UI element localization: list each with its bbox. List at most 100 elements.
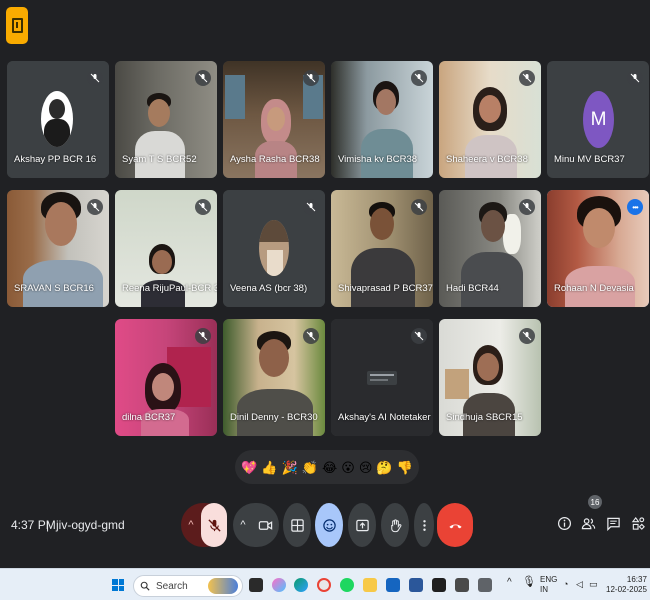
app-icon[interactable] (386, 578, 400, 592)
mic-off-icon (195, 328, 211, 344)
emoji-reactions-button[interactable] (315, 503, 343, 547)
participant-name: Shivaprasad P BCR37 (338, 283, 433, 294)
leave-call-button[interactable] (437, 503, 473, 547)
microphone-icon[interactable]: 🎙 (522, 577, 536, 588)
more-vert-icon (422, 519, 426, 531)
chevron-up-icon[interactable]: ^ (507, 578, 512, 588)
layout-button[interactable] (283, 503, 311, 547)
system-clock[interactable]: 16:37 12-02-2025 (606, 575, 647, 595)
activities-icon (631, 516, 645, 530)
camera-icon (258, 520, 272, 530)
reaction-thumbs-up[interactable]: 👍 (261, 461, 277, 474)
participant-tile[interactable]: Akshay PP BCR 16 (7, 61, 109, 178)
participant-tile[interactable]: Vimisha kv BCR38 (331, 61, 433, 178)
battery-icon[interactable]: ▭ (589, 579, 598, 589)
mic-off-icon (519, 328, 535, 344)
taskbar: Search ^ 🎙 ENG IN ◔ ◁ ▭ 16:37 12-02-2025 (0, 568, 650, 600)
search-icon (140, 581, 150, 591)
avatar: M (583, 91, 614, 148)
hand-icon (390, 518, 401, 532)
reaction-laugh[interactable]: 😂 (322, 461, 337, 474)
mic-off-icon (195, 199, 211, 215)
avatar (41, 91, 73, 147)
spotify-icon[interactable] (340, 578, 354, 592)
camera-toggle-button[interactable] (252, 518, 278, 533)
participant-name: Shaheera v BCR38 (446, 154, 528, 165)
reaction-clap[interactable]: 👏 (302, 461, 318, 474)
meeting-code: jiv-ogyd-gmd (56, 518, 125, 532)
participant-tile[interactable]: Sindhuja SBCR15 (439, 319, 541, 436)
reaction-sad[interactable]: 😢 (359, 461, 373, 474)
mic-options-chevron-icon[interactable]: ^ (181, 503, 201, 547)
participant-name: Dinil Denny - BCR30 (230, 412, 318, 423)
people-icon (581, 517, 595, 529)
mic-off-icon (519, 199, 535, 215)
participant-tile[interactable]: Akshay's AI Notetaker (331, 319, 433, 436)
present-screen-button[interactable] (348, 503, 376, 547)
participant-name: Reena RijuPaul-BCR 38 (122, 283, 217, 294)
chat-icon (606, 517, 620, 531)
raise-hand-button[interactable] (381, 503, 409, 547)
participant-tile[interactable]: Dinil Denny - BCR30 (223, 319, 325, 436)
mic-off-icon (207, 518, 221, 532)
people-button[interactable] (579, 514, 597, 532)
chrome-icon[interactable] (317, 578, 331, 592)
participant-tile-active[interactable]: ••• Rohaan N Devasia (547, 190, 649, 307)
app-icon[interactable] (478, 578, 492, 592)
task-view-icon[interactable] (249, 578, 263, 592)
participant-tile[interactable]: Syam T S BCR52 (115, 61, 217, 178)
copilot-icon[interactable] (272, 578, 286, 592)
search-highlight-icon (208, 578, 238, 594)
participant-name: Hadi BCR44 (446, 283, 499, 294)
reaction-party[interactable]: 🎉 (281, 461, 297, 474)
chat-button[interactable] (604, 514, 622, 532)
search-placeholder: Search (156, 580, 188, 592)
wifi-icon[interactable]: ◔ (563, 579, 568, 589)
file-explorer-icon[interactable] (363, 578, 377, 592)
participant-name: Minu MV BCR37 (554, 154, 625, 165)
more-options-button[interactable] (414, 503, 434, 547)
mic-off-icon (303, 328, 319, 344)
more-options-icon[interactable]: ••• (627, 199, 643, 215)
participant-tile[interactable]: Shivaprasad P BCR37 (331, 190, 433, 307)
participant-tile[interactable]: Reena RijuPaul-BCR 38 (115, 190, 217, 307)
participant-tile[interactable]: Aysha Rasha BCR38 (223, 61, 325, 178)
reaction-thinking[interactable]: 🤔 (376, 461, 392, 474)
participant-tile[interactable]: SRAVAN S BCR16 (7, 190, 109, 307)
participant-count-badge: 16 (588, 495, 602, 509)
building-icon[interactable] (6, 7, 28, 44)
terminal-icon[interactable] (432, 578, 446, 592)
taskbar-search[interactable]: Search (133, 575, 243, 597)
mic-off-icon (303, 70, 319, 86)
meet-window: Akshay PP BCR 16 Syam T S BCR52 Aysha Ra… (0, 0, 650, 568)
present-icon (355, 519, 369, 531)
language-indicator[interactable]: ENG IN (540, 575, 557, 595)
reaction-surprised[interactable]: 😮 (341, 461, 355, 474)
reaction-thumbs-down[interactable]: 👎 (397, 461, 413, 474)
word-icon[interactable] (409, 578, 423, 592)
app-icon[interactable] (455, 578, 469, 592)
reactions-bar: 💖 👍 🎉 👏 😂 😮 😢 🤔 👎 (235, 450, 419, 484)
participant-tile[interactable]: dilna BCR37 (115, 319, 217, 436)
participant-tile[interactable]: M Minu MV BCR37 (547, 61, 649, 178)
camera-control-group: ^ (233, 503, 279, 547)
participant-tile[interactable]: Veena AS (bcr 38) (223, 190, 325, 307)
meeting-details-button[interactable] (555, 514, 573, 532)
participant-tile[interactable]: Shaheera v BCR38 (439, 61, 541, 178)
mic-toggle-button[interactable] (201, 503, 227, 547)
mic-off-icon (303, 199, 319, 215)
reaction-heart[interactable]: 💖 (241, 461, 257, 474)
participant-tile[interactable]: Hadi BCR44 (439, 190, 541, 307)
windows-start-icon[interactable] (112, 579, 124, 591)
camera-options-chevron-icon[interactable]: ^ (234, 519, 252, 531)
participant-name: dilna BCR37 (122, 412, 176, 423)
activities-button[interactable] (629, 514, 647, 532)
mic-off-icon (411, 199, 427, 215)
participant-name: Akshay's AI Notetaker (338, 412, 431, 423)
mic-off-icon (519, 70, 535, 86)
volume-icon[interactable]: ◁ (576, 579, 583, 589)
mic-off-icon (87, 199, 103, 215)
edge-icon[interactable] (294, 578, 308, 592)
participant-name: Veena AS (bcr 38) (230, 283, 308, 294)
end-call-icon (448, 523, 462, 528)
